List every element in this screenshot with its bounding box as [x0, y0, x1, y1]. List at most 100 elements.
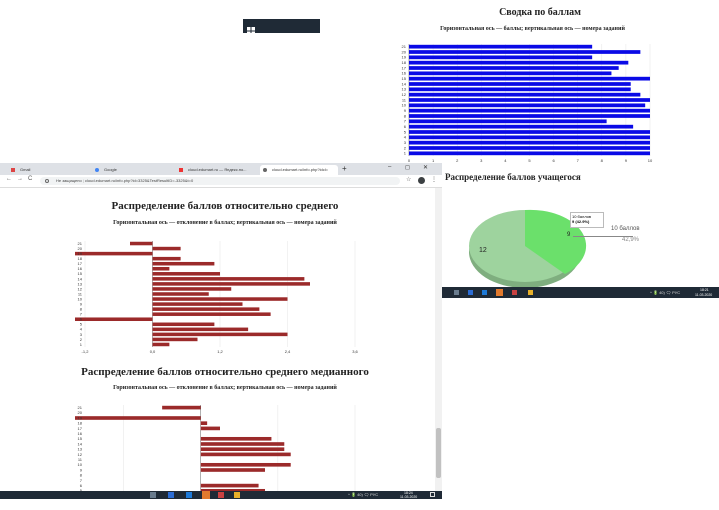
address-bar[interactable]: Не защищено | cloud.edumart.ru/info.php?…	[40, 177, 400, 185]
bar	[409, 124, 634, 129]
taskbar-app-icon[interactable]	[528, 290, 533, 295]
system-tray[interactable]: ^ 🔋 40) 🗨 РУС	[650, 290, 680, 295]
y-tick-label: 21	[402, 44, 407, 49]
clock-date[interactable]: 11.03.2020	[695, 293, 712, 297]
page-scrollbar[interactable]	[435, 188, 442, 491]
summary-subtitle: Горизонтальная ось — баллы; вертикальная…	[440, 26, 625, 32]
taskbar-app-icon[interactable]	[150, 492, 156, 498]
x-tick-label: 7	[577, 158, 580, 163]
bar	[409, 71, 612, 76]
minimize-button[interactable]: –	[388, 164, 391, 170]
mail-icon	[11, 168, 15, 172]
y-tick-label: 21	[78, 241, 83, 246]
taskbar-app-icon[interactable]	[512, 290, 517, 295]
bar	[152, 272, 220, 276]
taskbar-app-icon[interactable]	[454, 290, 459, 295]
y-tick-label: 2	[404, 145, 407, 150]
tab-yandex[interactable]: cloud.edumart.ru — Яндекс.по...	[176, 165, 256, 175]
bar	[200, 436, 272, 441]
bar	[152, 287, 232, 291]
x-tick-label: 3,6	[352, 349, 358, 354]
taskbar-app-icon[interactable]	[496, 289, 503, 296]
bar	[152, 337, 198, 342]
bar	[152, 322, 215, 327]
y-tick-label: 8	[80, 307, 83, 312]
bar	[409, 87, 631, 92]
pie-label-12: 12	[479, 247, 487, 254]
back-arrow-icon[interactable]: ←	[6, 176, 12, 182]
y-tick-label: 18	[78, 256, 83, 261]
y-tick-label: 7	[404, 119, 407, 124]
bar	[200, 447, 285, 452]
taskbar-app-icon[interactable]	[202, 491, 210, 499]
avatar[interactable]	[418, 177, 425, 184]
x-tick-label: 0,0	[150, 349, 156, 354]
system-tray[interactable]: ^ 🔋 40) 🗨 РУС	[348, 492, 378, 497]
x-tick-label: -1,2	[82, 349, 90, 354]
menu-dots-icon[interactable]: ⋮	[431, 176, 437, 183]
bar	[409, 103, 646, 108]
forward-arrow-icon[interactable]: →	[17, 176, 23, 182]
taskbar-app-icon[interactable]	[186, 492, 192, 498]
taskbar-app-icon[interactable]	[234, 492, 240, 498]
scrollbar-thumb[interactable]	[436, 428, 441, 478]
clock-date[interactable]: 11.03.2020	[400, 495, 417, 499]
clock-time[interactable]: 18:21	[700, 288, 709, 292]
bar	[409, 98, 650, 102]
bar	[409, 140, 650, 145]
y-tick-label: 5	[80, 322, 83, 327]
y-tick-label: 15	[402, 76, 407, 81]
y-tick-label: 17	[78, 261, 83, 266]
deviation-mean-subtitle: Горизонтальная ось — отклонение в баллах…	[113, 220, 337, 226]
reload-icon[interactable]: C	[28, 176, 32, 182]
deviation-median-subtitle: Горизонтальная ось — отклонение в баллах…	[113, 385, 337, 391]
x-tick-label: 4	[504, 158, 507, 163]
browser-tab-strip: Gmail Google cloud.edumart.ru — Яндекс.п…	[0, 163, 442, 175]
bar	[152, 277, 305, 281]
bar	[409, 50, 641, 54]
x-tick-label: 6	[552, 158, 555, 163]
y-tick-label: 20	[402, 49, 407, 54]
bar	[409, 135, 650, 140]
tab-gmail[interactable]: Gmail	[8, 165, 88, 175]
taskbar-app-icon[interactable]	[168, 492, 174, 498]
google-icon	[95, 168, 99, 172]
student-dist-title: Распределение баллов учащегося	[445, 172, 581, 182]
y-tick-label: 14	[78, 276, 83, 281]
y-tick-label: 10	[78, 296, 83, 301]
tab-google[interactable]: Google	[92, 165, 172, 175]
address-url: cloud.edumart.ru/info.php?id=3325&TestRe…	[85, 178, 194, 183]
bar	[409, 44, 593, 49]
taskbar-app-icon[interactable]	[218, 492, 224, 498]
taskbar-app-icon[interactable]	[482, 290, 487, 295]
bar	[152, 327, 249, 332]
taskbar-app-icon[interactable]	[468, 290, 473, 295]
bar	[152, 302, 243, 306]
taskbar-bottom: ^ 🔋 40) 🗨 РУС 18:24 11.03.2020	[0, 491, 442, 505]
tab-edumart[interactable]: cloud.edumart.ru/info.php?idcl=	[260, 165, 338, 175]
y-tick-label: 12	[402, 92, 407, 97]
taskbar-right: ^ 🔋 40) 🗨 РУС 18:21 11.03.2020	[442, 287, 719, 303]
y-tick-label: 14	[402, 81, 407, 86]
bar	[409, 146, 650, 150]
deviation-mean-title: Распределение баллов относительно средне…	[111, 200, 339, 212]
y-tick-label: 7	[80, 312, 83, 317]
y-tick-label: 2	[80, 337, 83, 342]
bar	[152, 256, 181, 261]
y-tick-label: 3	[404, 140, 407, 145]
new-tab-button[interactable]: +	[342, 164, 347, 173]
y-tick-label: 13	[78, 281, 83, 286]
bar	[152, 261, 215, 266]
tab-label: cloud.edumart.ru — Яндекс.по...	[188, 167, 247, 172]
close-button[interactable]: ✕	[423, 164, 428, 171]
star-icon[interactable]: ☆	[406, 176, 411, 183]
maximize-button[interactable]: ◻	[405, 164, 410, 171]
windows-logo-icon[interactable]	[4, 492, 10, 510]
windows-start-tile[interactable]	[243, 19, 320, 35]
x-tick-label: 9	[625, 158, 628, 163]
bar	[152, 297, 288, 301]
notifications-icon[interactable]	[430, 492, 435, 497]
y-tick-label: 17	[402, 65, 407, 70]
x-tick-label: 8	[601, 158, 604, 163]
windows-logo-icon[interactable]	[445, 290, 450, 308]
